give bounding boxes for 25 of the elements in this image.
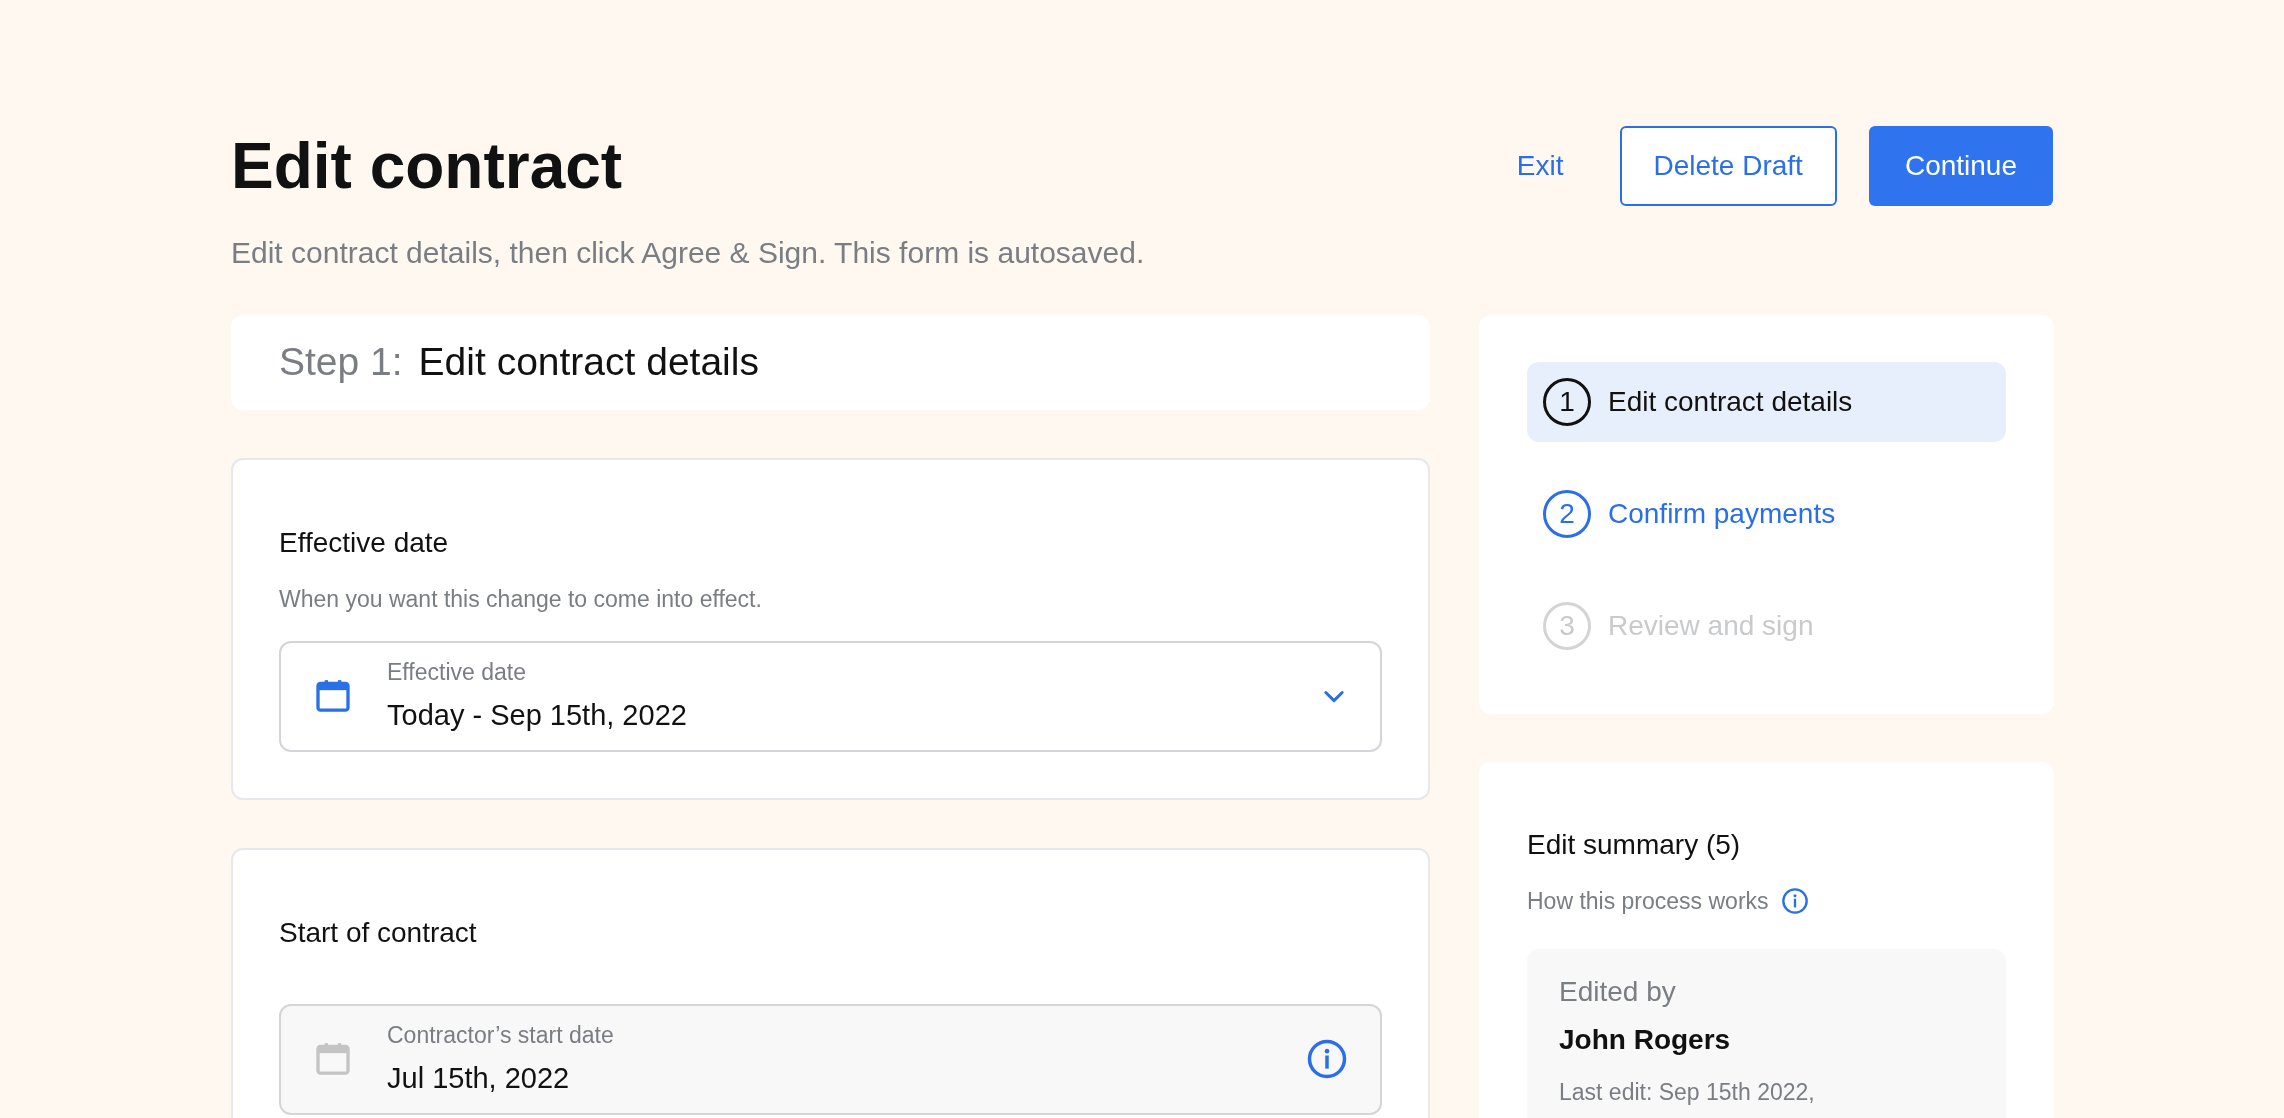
field-value: Today - Sep 15th, 2022 <box>387 697 688 733</box>
edited-by-label: Edited by <box>1559 974 1677 1009</box>
info-icon[interactable] <box>1780 887 1809 916</box>
field-value: Jul 15th, 2022 <box>387 1060 571 1096</box>
step-item[interactable]: 1 Edit contract details <box>1527 362 2006 442</box>
section-heading: Effective date <box>279 526 450 560</box>
step-number: 2 <box>1543 490 1591 538</box>
field-label: Contractor’s start date <box>387 1021 615 1050</box>
last-edit: Last edit: Sep 15th 2022, <box>1559 1077 1816 1107</box>
section-description: When you want this change to come into effect. <box>279 585 763 614</box>
delete-draft-button[interactable]: Delete Draft <box>1619 126 1837 206</box>
summary-title: Edit summary (5) <box>1527 828 1742 862</box>
page-title: Edit contract <box>231 134 623 198</box>
field-label: Effective date <box>387 658 527 687</box>
help-text: How this process works <box>1527 887 1769 916</box>
step-number: 1 <box>1543 378 1591 426</box>
step-item[interactable]: 2 Confirm payments <box>1527 474 2006 554</box>
continue-button[interactable]: Continue <box>1868 126 2053 206</box>
section-heading: Start of contract <box>279 915 478 950</box>
step-prefix: Step 1: <box>279 339 403 386</box>
editor-name: John Rogers <box>1559 1022 1732 1057</box>
step-title: Edit contract details <box>418 339 759 386</box>
page-subtitle: Edit contract details, then click Agree & Sign. This form is autosaved. <box>231 235 1146 271</box>
date-field[interactable]: Effective date Today - Sep 15th, 2022 <box>279 640 1382 752</box>
exit-link[interactable]: Exit <box>1492 126 1588 206</box>
